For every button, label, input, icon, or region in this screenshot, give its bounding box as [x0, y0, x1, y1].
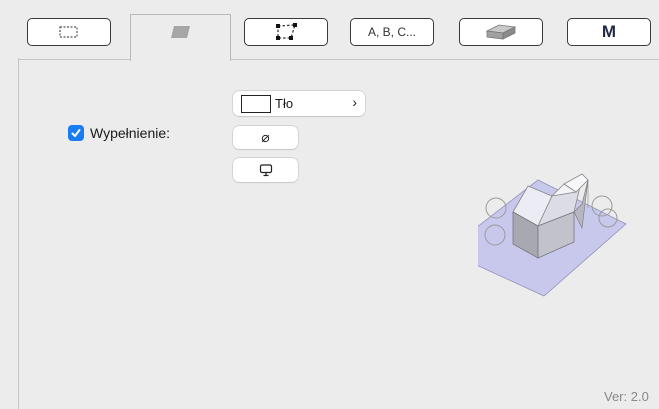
tab-fill[interactable]	[139, 18, 223, 46]
panel-border	[18, 58, 19, 409]
corner-points-icon	[276, 23, 297, 40]
no-fill-button[interactable]: ⌀	[233, 126, 298, 149]
checkmark-icon	[71, 129, 81, 137]
chevron-right-icon: ›	[352, 94, 357, 110]
fill-parallelogram-icon	[171, 26, 190, 38]
empty-set-icon: ⌀	[261, 129, 270, 145]
background-button[interactable]: Tło ›	[233, 91, 365, 116]
panel-border	[18, 59, 131, 60]
tab-labels-text: A, B, C...	[367, 25, 416, 39]
version-label: Ver: 2.0	[604, 389, 649, 404]
screen-color-button[interactable]	[233, 158, 298, 182]
tab-materials-text: M	[601, 22, 617, 41]
background-color-swatch	[241, 94, 271, 113]
tab-materials[interactable]: M	[567, 18, 651, 46]
tab-bar: A, B, C... M	[0, 0, 659, 61]
fill-preview-illustration	[478, 173, 627, 297]
fill-checkbox-row[interactable]: Wypełnienie:	[68, 125, 170, 141]
fill-checkbox-label: Wypełnienie:	[90, 125, 171, 141]
monitor-icon	[259, 163, 272, 176]
3d-slab-icon	[485, 24, 517, 40]
panel-border	[230, 59, 659, 60]
tab-frame[interactable]	[27, 18, 111, 46]
fill-checkbox[interactable]	[68, 125, 84, 141]
tab-3d[interactable]	[459, 18, 543, 46]
background-label: Tło	[275, 96, 294, 111]
dashed-frame-icon	[59, 26, 78, 38]
tab-corners[interactable]	[244, 18, 328, 46]
tab-labels[interactable]: A, B, C...	[350, 18, 434, 46]
